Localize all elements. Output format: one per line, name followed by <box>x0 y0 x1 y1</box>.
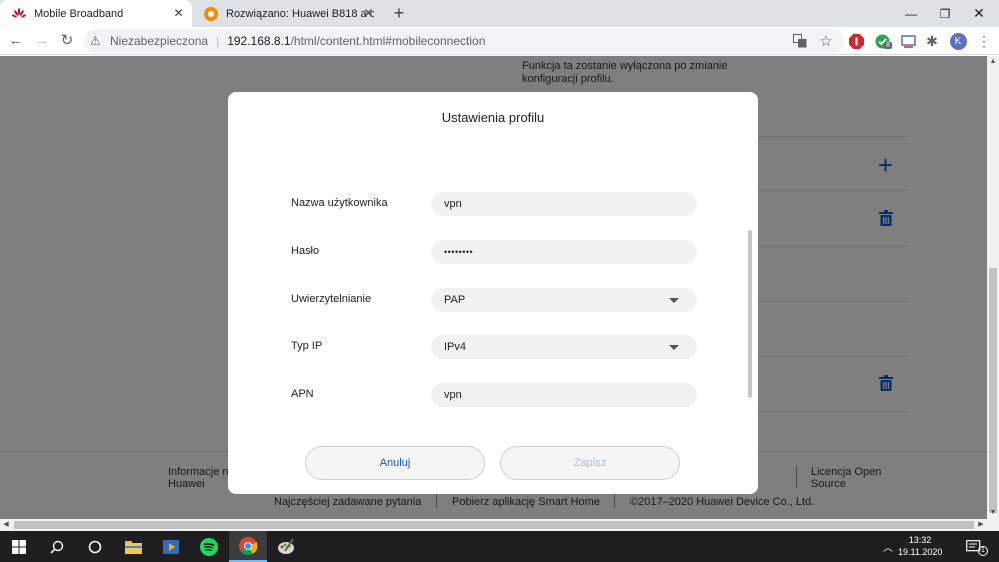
notification-count-badge: 1 <box>978 546 988 556</box>
vertical-scrollbar[interactable]: ▲ ▼ <box>987 56 999 519</box>
horizontal-scroll-thumb[interactable] <box>14 521 974 529</box>
tab-title: Rozwiązano: Huawei B818 a częs <box>226 7 374 20</box>
dialog-title: Ustawienia profilu <box>441 110 545 125</box>
tab-huawei-forum[interactable]: Rozwiązano: Huawei B818 a częs ✕ <box>192 0 382 27</box>
reload-icon[interactable]: ↻ <box>57 31 77 51</box>
horizontal-scrollbar[interactable]: ◀ ▶ <box>0 519 999 531</box>
tab-mobile-broadband[interactable]: Mobile Broadband ✕ <box>0 0 192 27</box>
scroll-down-arrow-icon[interactable]: ▼ <box>987 507 999 519</box>
browser-toolbar: ← → ↻ ⚠ Niezabezpieczona | 192.168.8.1/h… <box>0 27 999 55</box>
bookmark-star-icon[interactable]: ☆ <box>816 31 836 51</box>
close-tab-icon[interactable]: ✕ <box>171 6 186 21</box>
cancel-button[interactable]: Anuluj <box>305 446 485 480</box>
tab-strip: Mobile Broadband ✕ Rozwiązano: Huawei B8… <box>0 0 999 27</box>
ip-type-select[interactable]: IPv4 <box>431 335 697 359</box>
auth-select[interactable]: PAP <box>431 288 697 312</box>
task-view-icon[interactable] <box>76 531 114 562</box>
ip-type-label: Typ IP <box>291 340 323 352</box>
search-icon[interactable] <box>38 531 76 562</box>
cast-icon[interactable] <box>898 31 918 51</box>
password-label: Hasło <box>291 245 320 257</box>
dropdown-caret-icon[interactable] <box>669 345 679 350</box>
new-tab-button[interactable]: + <box>388 2 410 24</box>
scroll-right-arrow-icon[interactable]: ▶ <box>975 519 987 531</box>
forward-arrow-icon[interactable]: → <box>32 31 52 51</box>
apn-label: APN <box>291 388 314 400</box>
file-explorer-icon[interactable] <box>114 531 152 562</box>
paint-app-icon[interactable] <box>267 531 305 562</box>
windows-start-icon[interactable] <box>0 531 38 562</box>
minimize-icon[interactable]: — <box>894 0 928 27</box>
forum-favicon-icon <box>204 6 218 21</box>
extensions-puzzle-icon[interactable]: ✱ <box>922 31 942 51</box>
url-text: 192.168.8.1/html/content.html#mobileconn… <box>227 34 485 48</box>
url-host: 192.168.8.1 <box>227 34 291 48</box>
username-input[interactable]: vpn <box>431 192 697 216</box>
form-row-username: Nazwa użytkownika vpn <box>291 192 697 216</box>
address-bar[interactable]: ⚠ Niezabezpieczona | 192.168.8.1/html/co… <box>84 29 844 53</box>
username-label: Nazwa użytkownika <box>291 197 388 209</box>
form-row-password: Hasło •••••••• <box>291 240 697 264</box>
translate-icon[interactable] <box>790 31 810 51</box>
restore-icon[interactable]: ❐ <box>928 0 962 27</box>
profile-initial: K <box>949 32 967 50</box>
notifications-icon[interactable]: 1 <box>956 531 990 562</box>
scroll-up-arrow-icon[interactable]: ▲ <box>987 56 999 68</box>
clock-date: 19.11.2020 <box>898 547 943 557</box>
profile-avatar[interactable]: K <box>948 31 968 51</box>
huawei-logo-icon <box>12 7 26 21</box>
extension-badge: 8 <box>884 42 892 49</box>
show-hidden-icons-chevron-icon[interactable]: ︿ <box>876 531 900 562</box>
spotify-icon[interactable] <box>190 531 228 562</box>
windows-taskbar: ︿ 13:32 19.11.2020 1 <box>0 531 999 562</box>
auth-label: Uwierzytelnianie <box>291 293 372 305</box>
password-input[interactable]: •••••••• <box>431 240 697 264</box>
security-label: Niezabezpieczona <box>110 34 209 48</box>
vertical-scroll-thumb[interactable] <box>989 268 997 513</box>
url-path: /html/content.html#mobileconnection <box>290 34 486 48</box>
back-arrow-icon[interactable]: ← <box>6 31 26 51</box>
auth-select-value: PAP <box>444 294 466 306</box>
form-row-auth: Uwierzytelnianie PAP <box>291 288 697 312</box>
close-tab-icon[interactable]: ✕ <box>361 6 376 21</box>
save-button[interactable]: Zapisz <box>500 446 680 480</box>
scroll-left-arrow-icon[interactable]: ◀ <box>0 519 12 531</box>
dialog-scrollbar[interactable] <box>748 230 752 398</box>
shield-check-icon[interactable]: 8 <box>872 31 892 51</box>
tab-title: Mobile Broadband <box>34 7 124 20</box>
chrome-icon[interactable] <box>229 531 267 562</box>
media-player-icon[interactable] <box>152 531 190 562</box>
omnibox-divider: | <box>216 34 220 48</box>
warning-triangle-icon[interactable]: ⚠ <box>90 34 106 48</box>
form-row-apn: APN vpn <box>291 383 697 407</box>
apn-input[interactable]: vpn <box>431 383 697 407</box>
taskbar-clock[interactable]: 13:32 19.11.2020 <box>898 534 942 558</box>
form-row-ip-type: Typ IP IPv4 <box>291 335 697 359</box>
ip-type-select-value: IPv4 <box>444 341 467 353</box>
dropdown-caret-icon[interactable] <box>669 298 679 303</box>
clock-time: 13:32 <box>908 535 932 545</box>
adblock-icon[interactable] <box>846 31 866 51</box>
profile-settings-dialog: Ustawienia profilu Nazwa użytkownika vpn… <box>228 92 758 494</box>
close-window-icon[interactable]: ✕ <box>962 0 996 27</box>
menu-kebab-icon[interactable]: ⋮ <box>974 31 994 51</box>
